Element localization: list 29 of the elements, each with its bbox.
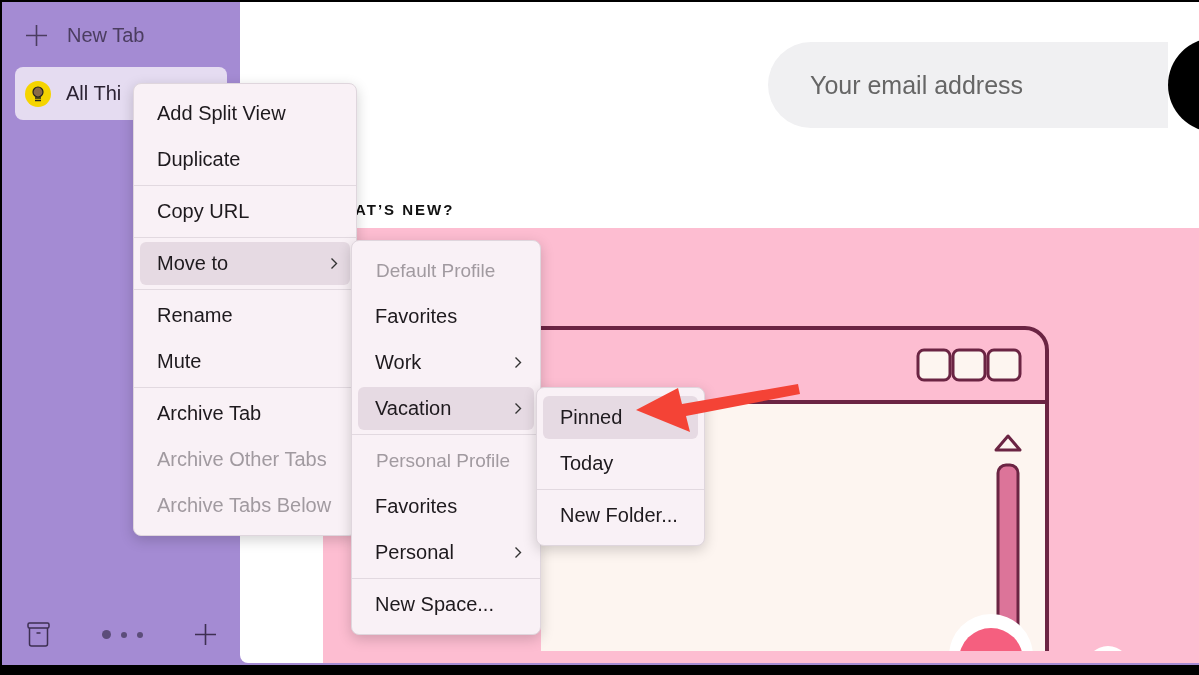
menu-section-header: Personal Profile bbox=[375, 448, 512, 473]
menu-item[interactable]: Today bbox=[543, 442, 698, 485]
archive-icon[interactable] bbox=[27, 622, 50, 647]
lightbulb-icon bbox=[25, 80, 51, 107]
chevron-icon bbox=[514, 402, 522, 415]
chevron-icon bbox=[330, 257, 338, 270]
menu-item[interactable]: Personal bbox=[358, 531, 534, 574]
page-dot[interactable] bbox=[137, 631, 143, 638]
menu-item[interactable]: New Folder... bbox=[543, 494, 698, 537]
menu-item[interactable]: Favorites bbox=[358, 485, 534, 528]
menu-section-header: Default Profile bbox=[375, 258, 497, 283]
menu-item[interactable]: Rename bbox=[140, 294, 350, 337]
page-dot[interactable] bbox=[102, 630, 111, 639]
chevron-icon bbox=[514, 356, 522, 369]
plus-icon[interactable] bbox=[195, 624, 216, 645]
section-heading: AT’S NEW? bbox=[355, 201, 456, 220]
menu-item[interactable]: Favorites bbox=[358, 295, 534, 338]
menu-item[interactable]: Vacation bbox=[358, 387, 534, 430]
chevron-icon bbox=[514, 546, 522, 559]
menu-item[interactable]: Move to bbox=[140, 242, 350, 285]
menu-item[interactable]: Duplicate bbox=[140, 138, 350, 181]
menu-item[interactable]: Mute bbox=[140, 340, 350, 383]
menu-item[interactable]: Archive Tab bbox=[140, 392, 350, 435]
menu-item[interactable]: Copy URL bbox=[140, 190, 350, 233]
menu-item[interactable]: Work bbox=[358, 341, 534, 384]
plus-icon bbox=[26, 25, 47, 46]
page-dot[interactable] bbox=[121, 631, 127, 638]
menu-item[interactable]: New Space... bbox=[358, 583, 534, 626]
email-field[interactable]: Your email address bbox=[768, 42, 1168, 128]
